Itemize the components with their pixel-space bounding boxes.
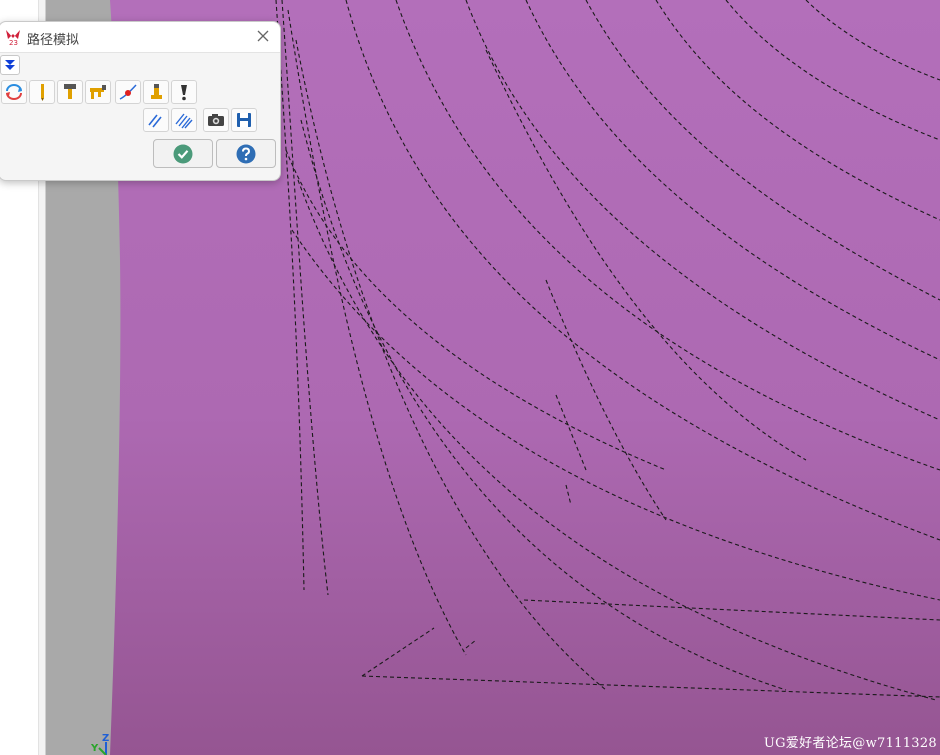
tool-display-icon <box>41 84 44 101</box>
tool-display-button[interactable] <box>29 80 55 104</box>
axis-z-label: Z <box>102 733 110 744</box>
help-button[interactable] <box>216 139 276 168</box>
info-icon <box>181 85 187 101</box>
holder-display-button[interactable] <box>57 80 83 104</box>
toolpath-point-icon <box>119 84 137 100</box>
toolpath-color-button[interactable] <box>171 108 197 132</box>
toolpath-point-button[interactable] <box>115 80 141 104</box>
check-icon <box>173 144 193 164</box>
info-button[interactable] <box>171 80 197 104</box>
toolpath-lines-button[interactable] <box>143 108 169 132</box>
double-chevron-down-icon <box>5 60 15 70</box>
collapse-button[interactable] <box>0 55 20 75</box>
holder-display-icon <box>64 84 76 99</box>
boot-tool-icon <box>151 84 162 99</box>
toolpath-color-icon <box>175 113 193 129</box>
close-icon[interactable] <box>255 28 271 44</box>
save-disk-icon <box>237 113 251 127</box>
path-simulation-dialog: 23 路径模拟 <box>0 21 281 181</box>
dialog-titlebar[interactable]: 23 路径模拟 <box>0 22 280 53</box>
help-icon <box>236 144 256 164</box>
mastercam-logo-icon: 23 <box>6 30 20 46</box>
holder-fixture-button[interactable] <box>85 80 111 104</box>
boot-tool-button[interactable] <box>143 80 169 104</box>
toolpath-lines-icon <box>148 114 162 128</box>
svg-text:23: 23 <box>9 39 18 46</box>
forum-watermark: UG爱好者论坛@w7111328 <box>763 736 937 751</box>
holder-fixture-icon <box>90 85 106 99</box>
screenshot-camera-icon <box>208 114 224 126</box>
save-button[interactable] <box>231 108 257 132</box>
screenshot-button[interactable] <box>203 108 229 132</box>
simulate-button[interactable] <box>1 80 27 104</box>
simulate-backplot-icon <box>6 84 22 100</box>
ok-button[interactable] <box>153 139 213 168</box>
axis-y-label: Y <box>91 743 99 754</box>
dialog-title: 路径模拟 <box>27 33 80 48</box>
